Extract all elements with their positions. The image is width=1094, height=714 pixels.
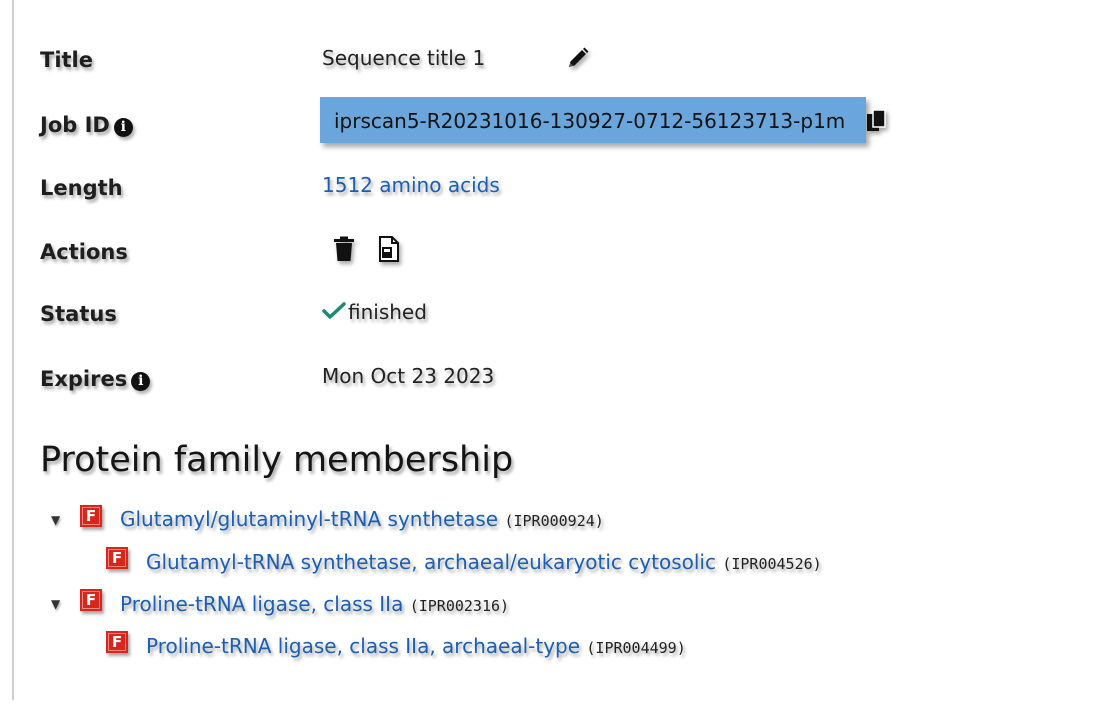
family-item: Proline-tRNA ligase, class IIa, archaeal…: [146, 634, 686, 658]
family-item: Proline-tRNA ligase, class IIa (IPR00231…: [120, 592, 509, 616]
caret-down-icon[interactable]: ▼: [51, 597, 60, 611]
pencil-icon[interactable]: [566, 46, 590, 70]
left-border: [12, 0, 14, 700]
family-badge-icon: F: [106, 547, 128, 569]
family-accession: (IPR004526): [722, 555, 822, 573]
family-accession: (IPR000924): [504, 512, 604, 530]
title-value: Sequence title 1: [322, 46, 486, 70]
family-accession: (IPR004499): [586, 639, 686, 657]
family-badge-icon: F: [80, 505, 102, 527]
file-icon[interactable]: [378, 236, 400, 262]
jobid-label-row: Job ID i: [40, 113, 133, 137]
section-heading: Protein family membership: [40, 440, 514, 480]
family-link[interactable]: Proline-tRNA ligase, class IIa: [120, 592, 403, 616]
length-label: Length: [40, 176, 123, 200]
trash-icon[interactable]: [333, 236, 355, 262]
jobid-value[interactable]: iprscan5-R20231016-130927-0712-56123713-…: [334, 109, 845, 133]
family-badge-icon: F: [80, 589, 102, 611]
family-accession: (IPR002316): [409, 597, 510, 615]
status-value-row: finished: [322, 300, 427, 324]
checkmark-icon: [322, 302, 346, 319]
expires-value: Mon Oct 23 2023: [322, 364, 495, 388]
actions-label: Actions: [40, 240, 128, 264]
expires-label: Expires: [40, 367, 128, 391]
status-value: finished: [348, 300, 427, 324]
family-item: Glutamyl/glutaminyl-tRNA synthetase (IPR…: [120, 507, 604, 531]
caret-down-icon[interactable]: ▼: [51, 513, 60, 527]
copy-icon[interactable]: [866, 109, 888, 133]
info-icon[interactable]: i: [113, 118, 133, 137]
length-link[interactable]: 1512 amino acids: [322, 173, 500, 197]
family-badge-icon: F: [106, 631, 128, 653]
status-label: Status: [40, 302, 117, 326]
info-icon[interactable]: i: [131, 372, 151, 391]
family-link[interactable]: Glutamyl/glutaminyl-tRNA synthetase: [120, 507, 498, 531]
title-label: Title: [40, 48, 94, 72]
family-link[interactable]: Glutamyl-tRNA synthetase, archaeal/eukar…: [146, 550, 716, 574]
expires-label-row: Expires i: [40, 367, 151, 391]
jobid-label: Job ID: [40, 113, 110, 137]
family-item: Glutamyl-tRNA synthetase, archaeal/eukar…: [146, 550, 822, 574]
family-link[interactable]: Proline-tRNA ligase, class IIa, archaeal…: [146, 634, 580, 658]
